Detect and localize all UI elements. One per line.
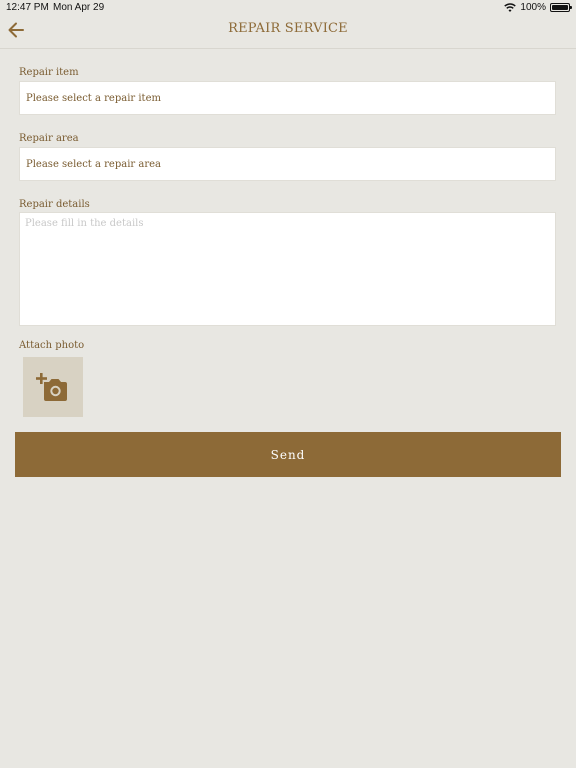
repair-area-value: Please select a repair area [26, 158, 161, 170]
battery-percentage: 100% [520, 2, 546, 13]
repair-details-label: Repair details [19, 199, 90, 210]
repair-area-label: Repair area [19, 133, 79, 144]
send-button[interactable]: Send [15, 432, 561, 477]
battery-icon [550, 3, 572, 12]
status-bar: 12:47 PM Mon Apr 29 100% [0, 0, 576, 16]
repair-details-textarea[interactable] [19, 212, 556, 326]
status-time: 12:47 PM [6, 2, 49, 13]
attach-photo-label: Attach photo [19, 340, 85, 351]
repair-item-label: Repair item [19, 67, 79, 78]
navigation-bar: REPAIR SERVICE [0, 16, 576, 49]
add-camera-icon [36, 373, 67, 401]
repair-item-value: Please select a repair item [26, 92, 161, 104]
page-title: REPAIR SERVICE [228, 21, 348, 36]
attach-photo-button[interactable] [23, 357, 83, 417]
status-indicators: 100% [504, 2, 572, 13]
status-date: Mon Apr 29 [53, 2, 105, 13]
wifi-icon [504, 2, 517, 12]
repair-area-select[interactable]: Please select a repair area [19, 147, 556, 181]
repair-item-select[interactable]: Please select a repair item [19, 81, 556, 115]
